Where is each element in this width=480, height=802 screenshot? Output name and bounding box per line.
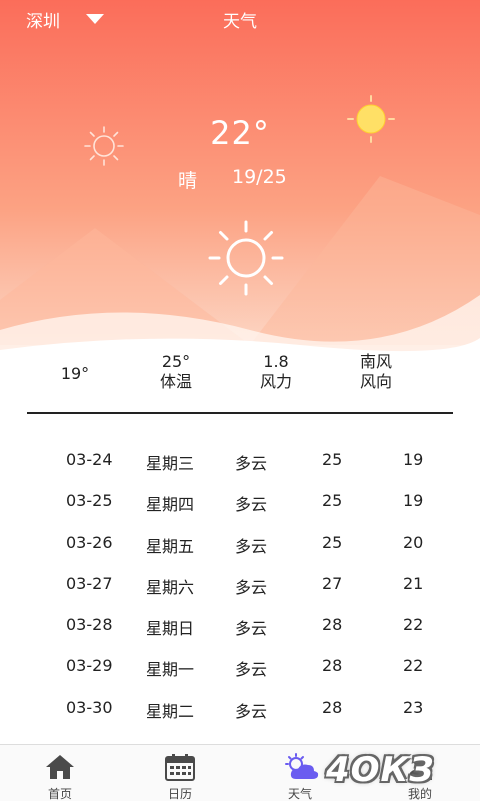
forecast-low: 22 (403, 656, 424, 676)
forecast-row: 03-27 星期六 多云 27 21 (0, 574, 480, 615)
forecast-weekday: 星期五 (146, 536, 195, 556)
stat-label: 风向 (359, 372, 392, 391)
current-condition: 晴 (178, 170, 198, 192)
top-bar: 深圳 天气 (0, 0, 480, 40)
forecast-low: 19 (403, 450, 424, 469)
temperature-range: 19/25 (232, 166, 287, 188)
forecast-high: 25 (322, 450, 343, 469)
nav-label: 日历 (167, 787, 192, 801)
current-temperature: 22° (210, 114, 270, 152)
forecast-date: 03-27 (66, 573, 113, 593)
forecast-weekday: 星期三 (146, 454, 195, 473)
stat-value: 25° (161, 352, 191, 371)
forecast-condition: 多云 (235, 619, 268, 639)
sun-yellow-icon (347, 95, 395, 143)
stat-value: 南风 (359, 352, 392, 371)
forecast-high: 27 (322, 573, 343, 593)
weather-icon (285, 753, 319, 779)
forecast-weekday: 星期六 (146, 577, 195, 597)
forecast-low: 19 (403, 491, 424, 511)
forecast-date: 03-28 (66, 615, 113, 635)
forecast-list: 03-24 星期三 多云 25 19 03-25 星期四 多云 25 19 03… (0, 450, 480, 739)
stat-feels-like: 25° 体温 (150, 352, 202, 392)
chevron-down-icon[interactable] (86, 14, 104, 24)
home-icon (46, 755, 74, 779)
forecast-condition: 多云 (235, 701, 268, 721)
stat-low: 19° (50, 364, 100, 384)
forecast-row: 03-26 星期五 多云 25 20 (0, 533, 480, 574)
forecast-date: 03-25 (66, 491, 113, 511)
stat-wind-direction: 南风 风向 (350, 352, 402, 392)
forecast-condition: 多云 (235, 454, 268, 473)
forecast-low: 23 (403, 697, 424, 717)
forecast-low: 22 (403, 615, 424, 635)
divider (27, 412, 453, 414)
forecast-low: 20 (403, 532, 424, 552)
forecast-high: 28 (322, 615, 343, 635)
nav-item-calendar[interactable]: 日历 (140, 745, 220, 801)
forecast-weekday: 星期日 (146, 619, 195, 639)
forecast-row: 03-25 星期四 多云 25 19 (0, 491, 480, 532)
forecast-condition: 多云 (235, 536, 268, 556)
stat-label: 风力 (259, 372, 292, 391)
stat-value: 19° (60, 364, 90, 383)
stat-wind-force: 1.8 风力 (250, 352, 302, 392)
forecast-condition: 多云 (235, 660, 268, 680)
forecast-high: 28 (322, 697, 343, 717)
weather-hero: 深圳 天气 22° 晴 19/25 (0, 0, 480, 380)
forecast-condition: 多云 (235, 577, 268, 597)
forecast-row: 03-28 星期日 多云 28 22 (0, 615, 480, 656)
forecast-row: 03-24 星期三 多云 25 19 (0, 450, 480, 491)
nav-item-home[interactable]: 首页 (20, 745, 100, 801)
forecast-weekday: 星期二 (146, 701, 195, 721)
forecast-weekday: 星期四 (146, 495, 195, 515)
forecast-weekday: 星期一 (146, 660, 195, 680)
hero-background (0, 0, 480, 380)
forecast-date: 03-29 (66, 656, 113, 676)
page-title: 天气 (223, 12, 257, 32)
forecast-date: 03-26 (66, 532, 113, 552)
stat-value: 1.8 (263, 352, 289, 371)
calendar-icon (165, 754, 195, 781)
forecast-high: 25 (322, 532, 343, 552)
nav-label: 首页 (47, 787, 72, 801)
stat-label: 体温 (159, 372, 192, 391)
city-selector[interactable]: 深圳 (26, 7, 60, 32)
watermark-logo: 4ОКЗ (326, 750, 435, 790)
forecast-high: 28 (322, 656, 343, 676)
sun-outline-icon (84, 126, 124, 166)
forecast-date: 03-24 (66, 450, 113, 469)
sunny-icon (208, 220, 284, 296)
forecast-low: 21 (403, 573, 424, 593)
forecast-condition: 多云 (235, 495, 268, 515)
forecast-row: 03-30 星期二 多云 28 23 (0, 698, 480, 739)
forecast-date: 03-30 (66, 697, 113, 717)
forecast-row: 03-29 星期一 多云 28 22 (0, 656, 480, 697)
forecast-high: 25 (322, 491, 343, 511)
